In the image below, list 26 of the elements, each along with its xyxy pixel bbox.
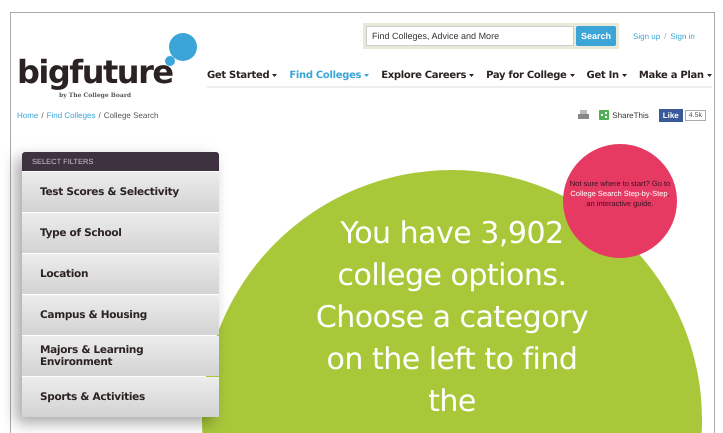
filter-category-button[interactable]: Location [22,254,219,294]
nav-menu-item[interactable]: Pay for College [486,70,567,81]
share-icon [599,110,610,120]
caret-icon [469,74,474,77]
nav-menu-item[interactable]: Get In [586,70,619,81]
filter-category-button[interactable]: Type of School [22,213,219,253]
caret-icon [272,74,278,77]
caret-icon [622,74,627,77]
nav-menu-item[interactable]: Get Started [207,70,270,81]
print-icon[interactable] [578,110,590,120]
college-options-message: You have 3,902 college options. Choose a category on the left to find the [314,215,590,421]
nav-menu-item[interactable]: Explore Careers [381,70,466,81]
filter-category-button[interactable]: Test Scores & Selectivity [22,172,219,212]
caret-icon [364,74,370,77]
share-link[interactable]: ShareThis [612,110,649,120]
caret-icon [570,74,575,77]
breadcrumb-current: College Search [104,110,158,120]
filter-category-button[interactable]: Campus & Housing [22,295,219,335]
breadcrumb-separator: / [98,110,101,120]
breadcrumb-separator: / [41,110,44,120]
caret-icon [706,74,712,77]
link-separator: / [664,32,666,40]
nav-menu-item[interactable]: Make a Plan [638,70,704,81]
filter-category-button[interactable]: Sports & Activities [22,377,219,417]
like-button[interactable]: Like [658,108,683,122]
filter-category-button[interactable]: Majors & Learning Environment [22,336,219,376]
